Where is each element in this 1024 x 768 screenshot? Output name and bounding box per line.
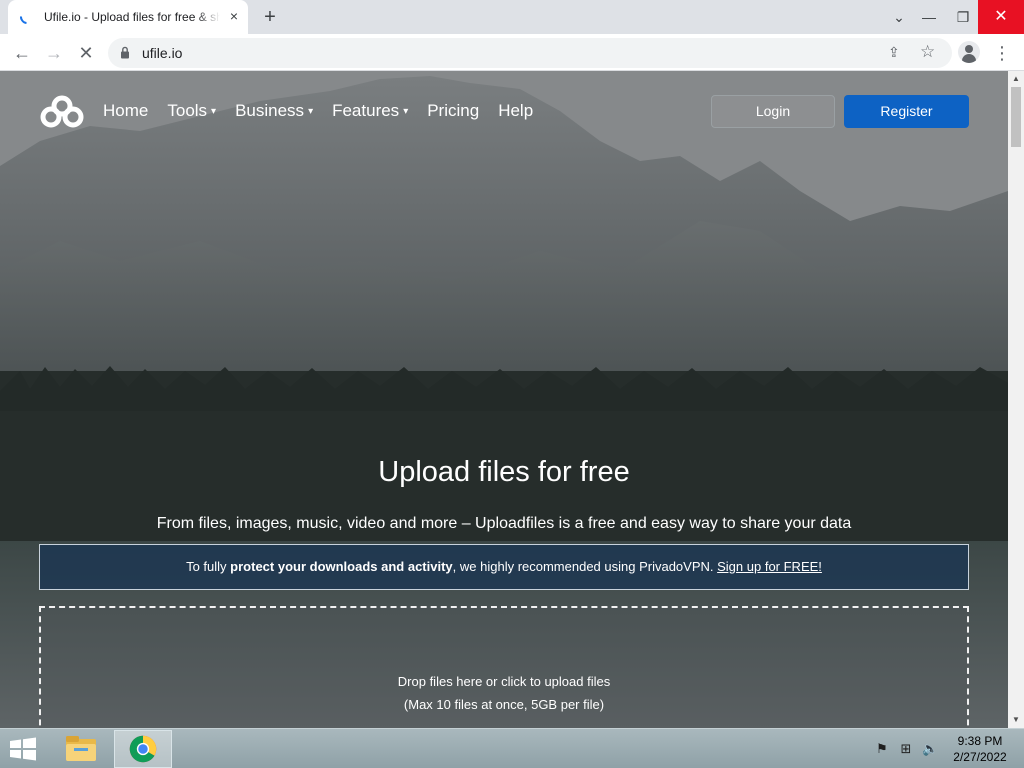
address-bar[interactable]: ufile.io ⇪ ☆ — [108, 38, 952, 68]
vpn-promo-banner: To fully protect your downloads and acti… — [39, 544, 969, 590]
browser-tab-ufile[interactable]: Ufile.io - Upload files for free & share… — [8, 0, 248, 34]
window-restore-button[interactable]: ❐ — [946, 0, 980, 34]
vpn-banner-bold: protect your downloads and activity — [230, 559, 453, 574]
volume-muted-icon[interactable]: 🔈 — [922, 741, 938, 757]
nav-tools-label: Tools — [167, 101, 208, 120]
nav-pricing[interactable]: Pricing — [427, 101, 479, 125]
tab-close-icon[interactable]: × — [226, 8, 242, 24]
scroll-down-icon[interactable]: ▼ — [1012, 715, 1020, 724]
dropzone-limits: (Max 10 files at once, 5GB per file) — [403, 697, 605, 712]
action-center-flag-icon[interactable]: ⚑ — [874, 741, 890, 757]
lock-icon[interactable] — [120, 46, 130, 59]
clock-date: 2/27/2022 — [953, 750, 1007, 764]
window-close-button[interactable]: ✕ — [978, 0, 1024, 34]
vpn-banner-middle: , we highly recommended using PrivadoVPN… — [452, 559, 718, 574]
loading-spinner-icon — [17, 7, 37, 27]
profile-head-icon — [965, 45, 973, 53]
nav-help[interactable]: Help — [498, 101, 533, 125]
register-button[interactable]: Register — [844, 95, 969, 128]
dropzone-instructions: Drop files here or click to upload files — [397, 674, 611, 689]
windows-start-icon[interactable] — [8, 737, 38, 761]
site-main-nav: Home Tools ▾ Business ▾ Features ▾ Pricing … — [103, 101, 552, 125]
browser-menu-button[interactable]: ⋮ — [990, 41, 1014, 65]
clock-time: 9:38 PM — [957, 734, 1003, 748]
page-viewport: Home Tools ▾ Business ▾ Features ▾ Pricing … — [0, 71, 1008, 728]
page-scrollbar[interactable]: ▲ ▼ — [1008, 71, 1024, 728]
ufile-logo[interactable] — [38, 95, 86, 129]
nav-business-label: Business — [235, 101, 305, 120]
chevron-down-icon: ▾ — [403, 106, 409, 117]
vpn-banner-prefix: To fully — [186, 559, 231, 574]
nav-business[interactable]: Business ▾ — [235, 101, 313, 125]
browser-tab-strip: Ufile.io - Upload files for free & share… — [0, 0, 1024, 34]
nav-home-label: Home — [103, 101, 149, 120]
chrome-taskbar-icon[interactable] — [114, 730, 172, 768]
forward-button[interactable]: → — [40, 39, 68, 67]
nav-home[interactable]: Home — [103, 101, 148, 125]
vpn-signup-link[interactable]: Sign up for FREE! — [717, 559, 822, 574]
login-button[interactable]: Login — [711, 95, 835, 128]
nav-features-label: Features — [332, 101, 400, 120]
share-icon[interactable]: ⇪ — [888, 44, 900, 61]
hero-subtitle: From files, images, music, video and mor… — [156, 515, 852, 532]
nav-tools[interactable]: Tools ▾ — [167, 101, 216, 125]
tab-title: Ufile.io - Upload files for free & share — [44, 10, 220, 24]
nav-features[interactable]: Features ▾ — [332, 101, 408, 125]
nav-help-label: Help — [498, 101, 534, 120]
scroll-up-icon[interactable]: ▲ — [1012, 74, 1020, 83]
chevron-down-icon: ▾ — [211, 106, 217, 117]
scrollbar-thumb[interactable] — [1011, 87, 1021, 147]
hero-title: Upload files for free — [378, 456, 630, 488]
stop-loading-button[interactable]: ✕ — [72, 39, 100, 67]
nav-pricing-label: Pricing — [427, 101, 480, 120]
new-tab-button[interactable]: + — [259, 6, 281, 28]
system-clock[interactable]: 9:38 PM 2/27/2022 — [946, 733, 1014, 765]
profile-avatar-button[interactable] — [958, 41, 980, 63]
url-text[interactable]: ufile.io — [142, 45, 182, 61]
bookmark-star-icon[interactable]: ☆ — [920, 42, 935, 62]
profile-body-icon — [962, 54, 976, 63]
tab-search-button[interactable]: ⌄ — [882, 0, 916, 34]
file-dropzone[interactable]: Drop files here or click to upload files… — [39, 606, 969, 728]
chevron-down-icon: ▾ — [308, 106, 314, 117]
window-minimize-button[interactable]: — — [912, 0, 946, 34]
windows-taskbar: ⚑ ⊞ 🔈 9:38 PM 2/27/2022 — [0, 728, 1024, 768]
network-icon[interactable]: ⊞ — [898, 741, 914, 757]
browser-toolbar: ← → ✕ ufile.io ⇪ ☆ ⋮ — [0, 34, 1024, 71]
file-explorer-taskbar-icon[interactable] — [52, 730, 110, 768]
back-button[interactable]: ← — [8, 39, 36, 67]
